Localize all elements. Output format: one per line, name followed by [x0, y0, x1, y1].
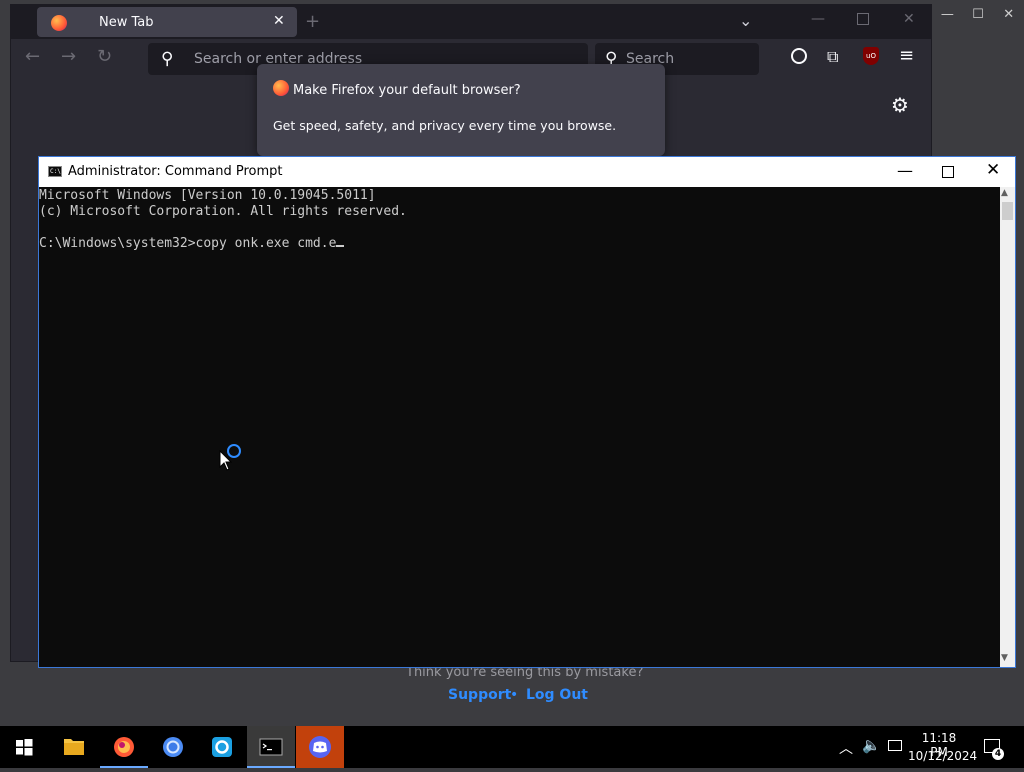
vertical-scrollbar[interactable]: [1000, 187, 1015, 667]
close-icon[interactable]: ✕: [986, 160, 1000, 180]
command-prompt-icon: C:\: [48, 166, 62, 177]
folder-icon: [64, 739, 84, 755]
network-icon[interactable]: [888, 740, 902, 751]
tab-new-tab[interactable]: [37, 7, 297, 37]
new-tab-icon[interactable]: +: [305, 11, 320, 32]
forward-arrow-icon[interactable]: →: [61, 46, 76, 67]
ublock-icon[interactable]: uO: [863, 47, 879, 65]
link-separator: •: [510, 687, 519, 703]
scroll-up-icon[interactable]: ▲: [1001, 188, 1008, 198]
firefox-icon: [114, 737, 134, 757]
minimize-icon[interactable]: —: [811, 11, 825, 27]
minimize-icon[interactable]: —: [932, 0, 963, 32]
tab-label: New Tab: [99, 15, 154, 30]
logout-link[interactable]: Log Out: [526, 687, 588, 703]
tab-close-icon[interactable]: ✕: [273, 13, 285, 29]
windows-start-icon[interactable]: [0, 726, 48, 768]
taskbar-file-explorer[interactable]: [50, 726, 98, 768]
command-prompt-window[interactable]: C:\ Administrator: Command Prompt — ✕ Mi…: [38, 156, 1016, 668]
minimize-icon[interactable]: —: [897, 161, 913, 180]
close-icon[interactable]: ✕: [993, 0, 1024, 32]
gear-icon[interactable]: ⚙: [891, 93, 909, 117]
firefox-icon: [51, 15, 67, 31]
default-browser-popup: [257, 64, 665, 156]
chevron-down-icon[interactable]: ⌄: [739, 11, 752, 30]
popup-title: Make Firefox your default browser?: [293, 83, 521, 98]
taskbar-chrome[interactable]: [149, 726, 197, 768]
close-icon[interactable]: ✕: [903, 11, 915, 27]
account-icon[interactable]: [791, 48, 807, 64]
console-line: (c) Microsoft Corporation. All rights re…: [39, 204, 407, 219]
volume-icon[interactable]: 🔈: [862, 736, 881, 754]
back-arrow-icon[interactable]: ←: [25, 46, 40, 67]
support-link[interactable]: Support: [448, 687, 511, 703]
reload-icon[interactable]: ↻: [97, 46, 112, 67]
command-prompt-icon: [259, 738, 283, 756]
scroll-down-icon[interactable]: ▼: [1001, 653, 1008, 663]
console-input-line[interactable]: C:\Windows\system32>copy onk.exe cmd.e: [39, 236, 345, 251]
background-window-controls: — ☐ ✕: [932, 0, 1024, 32]
busy-spinner-icon: [227, 444, 241, 458]
taskbar-command-prompt[interactable]: [247, 726, 295, 768]
taskbar-cloud-app[interactable]: [198, 726, 246, 768]
clock-date[interactable]: 10/12/2024: [908, 749, 977, 763]
taskbar-firefox[interactable]: [100, 726, 148, 768]
cmd-title: Administrator: Command Prompt: [68, 164, 283, 179]
extensions-icon[interactable]: ⧉: [827, 47, 838, 67]
scrollbar-thumb[interactable]: [1002, 202, 1013, 220]
chrome-icon: [163, 737, 183, 757]
text-cursor: [336, 245, 345, 247]
firefox-icon: [273, 80, 289, 96]
console-output[interactable]: Microsoft Windows [Version 10.0.19045.50…: [39, 187, 999, 667]
search-icon: ⚲: [161, 49, 174, 69]
console-command-text: C:\Windows\system32>copy onk.exe cmd.e: [39, 236, 337, 251]
chevron-up-icon[interactable]: ︿: [839, 738, 853, 758]
popup-text: Get speed, safety, and privacy every tim…: [273, 118, 617, 133]
cloud-app-icon: [212, 737, 232, 757]
taskbar-discord[interactable]: [296, 726, 344, 768]
maximize-icon[interactable]: ☐: [963, 0, 994, 32]
discord-icon: [309, 736, 331, 758]
maximize-icon[interactable]: [942, 166, 954, 178]
hamburger-menu-icon[interactable]: ≡: [899, 45, 914, 66]
maximize-icon[interactable]: [857, 13, 869, 25]
notification-count-badge: 4: [992, 748, 1004, 760]
console-line: Microsoft Windows [Version 10.0.19045.50…: [39, 188, 376, 203]
